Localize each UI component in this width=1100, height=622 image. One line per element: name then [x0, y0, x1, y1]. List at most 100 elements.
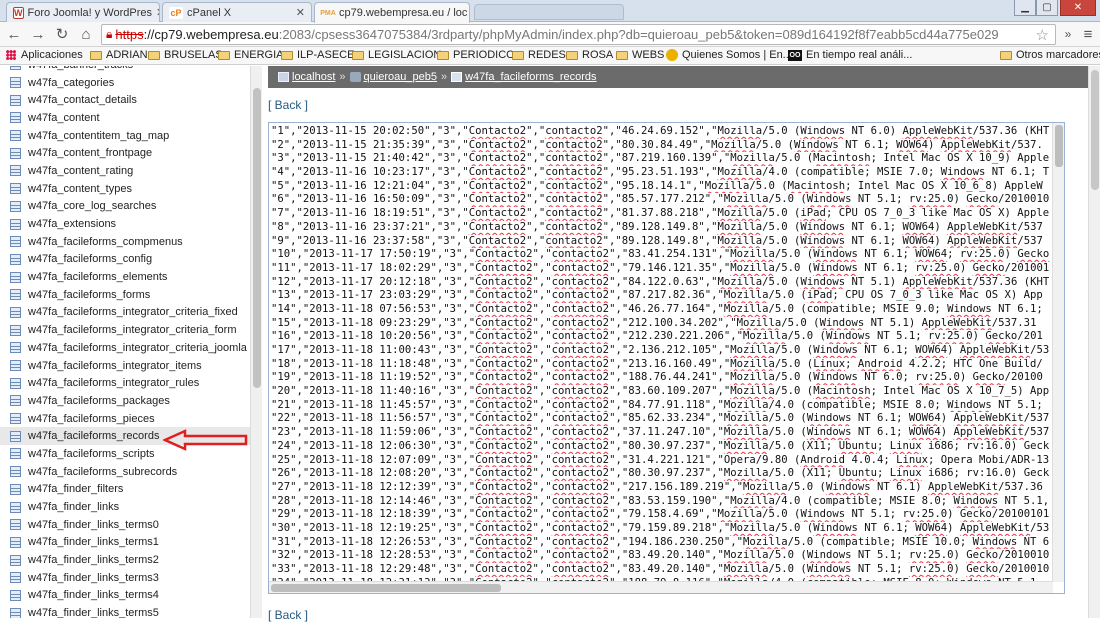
bookmark-tiempo-real[interactable]: OO En tiempo real análi...	[788, 49, 912, 61]
record-line: "21","2013-11-18 11:45:57","3","Contacto…	[271, 398, 1043, 411]
address-bar[interactable]: 🔒︎ https://cp79.webempresa.eu:2083/cpses…	[101, 24, 1056, 45]
table-icon	[10, 589, 21, 601]
table-list-item[interactable]: w47fa_extensions	[0, 215, 250, 233]
bookmark-apps[interactable]: Aplicaciones	[6, 49, 83, 61]
table-list-item[interactable]: w47fa_facileforms_compmenus	[0, 233, 250, 251]
record-line: "6","2013-11-16 16:50:09","3","Contacto2…	[271, 193, 1050, 206]
folder-icon	[616, 50, 628, 60]
folder-icon	[218, 50, 230, 60]
navigation-scrollbar[interactable]	[250, 66, 262, 618]
home-icon[interactable]: ⌂	[76, 25, 96, 43]
scrollbar-thumb[interactable]	[271, 584, 501, 592]
forward-arrow-icon[interactable]: →	[28, 25, 48, 43]
url-host: ://cp79.webempresa.eu	[143, 27, 279, 42]
bookmark-folder-ilp-asece[interactable]: ILP-ASECE	[281, 49, 354, 61]
table-icon	[10, 147, 21, 159]
bookmark-label: LEGISLACION	[368, 49, 442, 61]
table-list-item[interactable]: w47fa_core_log_searches	[0, 198, 250, 216]
table-list-item[interactable]: w47fa_facileforms_integrator_criteria_jo…	[0, 339, 250, 357]
table-icon	[10, 413, 21, 425]
tab-phpmyadmin[interactable]: PMA cp79.webempresa.eu / loc ✕	[314, 2, 470, 23]
tab-title: Foro Joomla! y WordPres	[27, 6, 153, 19]
bookmark-folder-energia[interactable]: ENERGIA	[218, 49, 284, 61]
table-icon	[10, 130, 21, 142]
reload-icon[interactable]: ↻	[52, 25, 72, 43]
table-icon	[10, 165, 21, 177]
page-scrollbar[interactable]	[1088, 66, 1100, 618]
bookmark-other[interactable]: Otros marcadores	[1000, 49, 1100, 61]
cpanel-favicon-icon: cP	[169, 6, 183, 19]
table-name: w47fa_content_types	[28, 182, 132, 195]
table-list-item[interactable]: w47fa_finder_links_terms3	[0, 569, 250, 587]
bookmark-folder-webs[interactable]: WEBS	[616, 49, 664, 61]
bookmark-folder-bruselas[interactable]: BRUSELAS	[148, 49, 223, 61]
breadcrumb-server[interactable]: localhost	[292, 71, 335, 83]
record-line: "20","2013-11-18 11:40:16","3","Contacto…	[271, 385, 1050, 398]
record-line: "13","2013-11-17 23:03:29","3","Contacto…	[271, 289, 1043, 302]
scrollbar-thumb[interactable]	[253, 88, 261, 388]
window-close-icon[interactable]: ✕	[1060, 0, 1096, 16]
back-arrow-icon[interactable]: ←	[4, 25, 24, 43]
breadcrumb-table[interactable]: w47fa_facileforms_records	[465, 71, 596, 83]
table-list-item[interactable]: w47fa_content	[0, 109, 250, 127]
minimize-icon[interactable]: ▁	[1014, 0, 1036, 16]
table-icon	[10, 324, 21, 336]
extensions-overflow-icon[interactable]: »	[1058, 25, 1078, 43]
table-list-item[interactable]: w47fa_contact_details	[0, 91, 250, 109]
table-list-item[interactable]: w47fa_content_types	[0, 180, 250, 198]
table-list-item[interactable]: w47fa_finder_links_terms5	[0, 604, 250, 618]
new-tab-button[interactable]	[474, 4, 624, 20]
table-list-item[interactable]: w47fa_banner_tracks	[0, 66, 250, 74]
export-output-textarea[interactable]: "1","2013-11-15 20:02:50","3","Contacto2…	[268, 122, 1065, 594]
table-list-item[interactable]: w47fa_finder_links_terms0	[0, 516, 250, 534]
bookmark-folder-redes[interactable]: REDES	[512, 49, 566, 61]
bookmark-folder-rosa[interactable]: ROSA	[566, 49, 613, 61]
close-tab-icon[interactable]: ✕	[152, 6, 159, 19]
close-tab-icon[interactable]: ✕	[292, 6, 305, 19]
table-list-item[interactable]: w47fa_finder_links_terms4	[0, 587, 250, 605]
close-tab-icon[interactable]: ✕	[467, 7, 469, 20]
table-list-item[interactable]: w47fa_finder_links	[0, 498, 250, 516]
table-list-item[interactable]: w47fa_categories	[0, 74, 250, 92]
scrollbar-thumb[interactable]	[1055, 125, 1063, 167]
bookmark-folder-legislacion[interactable]: LEGISLACION	[352, 49, 441, 61]
table-list-item[interactable]: w47fa_finder_filters	[0, 481, 250, 499]
table-list-item[interactable]: w47fa_finder_links_terms2	[0, 551, 250, 569]
bookmark-label: ADRIAN	[106, 49, 148, 61]
table-list-item[interactable]: w47fa_contentitem_tag_map	[0, 127, 250, 145]
scrollbar-thumb[interactable]	[1091, 70, 1099, 190]
table-list-item[interactable]: w47fa_facileforms_integrator_criteria_fo…	[0, 321, 250, 339]
table-list-item[interactable]: w47fa_finder_links_terms1	[0, 534, 250, 552]
back-link[interactable]: [ Back ]	[268, 608, 308, 622]
tab-cpanel[interactable]: cP cPanel X ✕	[162, 2, 312, 22]
browser-toolbar: ← → ↻ ⌂ 🔒︎ https://cp79.webempresa.eu:20…	[0, 22, 1100, 47]
table-list-item[interactable]: w47fa_facileforms_subrecords	[0, 463, 250, 481]
breadcrumb-database[interactable]: quieroau_peb5	[364, 71, 437, 83]
table-name: w47fa_facileforms_subrecords	[28, 465, 178, 478]
table-list-item[interactable]: w47fa_facileforms_pieces	[0, 410, 250, 428]
table-list-item[interactable]: w47fa_facileforms_forms	[0, 286, 250, 304]
url-path: :2083/cpsess3647075384/3rdparty/phpMyAdm…	[278, 27, 999, 42]
bookmark-folder-periodico[interactable]: PERIODICO	[437, 49, 515, 61]
record-line: "7","2013-11-16 18:19:51","3","Contacto2…	[271, 207, 1050, 220]
menu-icon[interactable]: ≡	[1078, 25, 1098, 43]
maximize-icon[interactable]: ▢	[1036, 0, 1058, 16]
bookmark-star-icon[interactable]: ☆	[1036, 26, 1049, 44]
table-list-item[interactable]: w47fa_facileforms_elements	[0, 268, 250, 286]
tab-strip: W Foro Joomla! y WordPres ✕ cP cPanel X …	[0, 0, 1100, 23]
table-list-item[interactable]: w47fa_facileforms_packages	[0, 392, 250, 410]
record-line: "9","2013-11-16 23:37:58","3","Contacto2…	[271, 234, 1043, 247]
table-list-item[interactable]: w47fa_facileforms_integrator_criteria_fi…	[0, 304, 250, 322]
tab-foro-joomla[interactable]: W Foro Joomla! y WordPres ✕	[6, 2, 160, 22]
bookmark-folder-adrian[interactable]: ADRIAN	[90, 49, 148, 61]
table-list-item[interactable]: w47fa_content_frontpage	[0, 144, 250, 162]
textarea-vertical-scrollbar[interactable]	[1052, 123, 1064, 582]
bookmark-quienes-somos[interactable]: Quienes Somos | En...	[666, 49, 792, 61]
textarea-horizontal-scrollbar[interactable]	[269, 581, 1053, 593]
table-list-item[interactable]: w47fa_content_rating	[0, 162, 250, 180]
table-list-item[interactable]: w47fa_facileforms_integrator_items	[0, 357, 250, 375]
table-list-item[interactable]: w47fa_facileforms_config	[0, 251, 250, 269]
table-name: w47fa_facileforms_integrator_items	[28, 359, 202, 372]
back-link[interactable]: [ Back ]	[268, 98, 308, 112]
table-list-item[interactable]: w47fa_facileforms_integrator_rules	[0, 374, 250, 392]
